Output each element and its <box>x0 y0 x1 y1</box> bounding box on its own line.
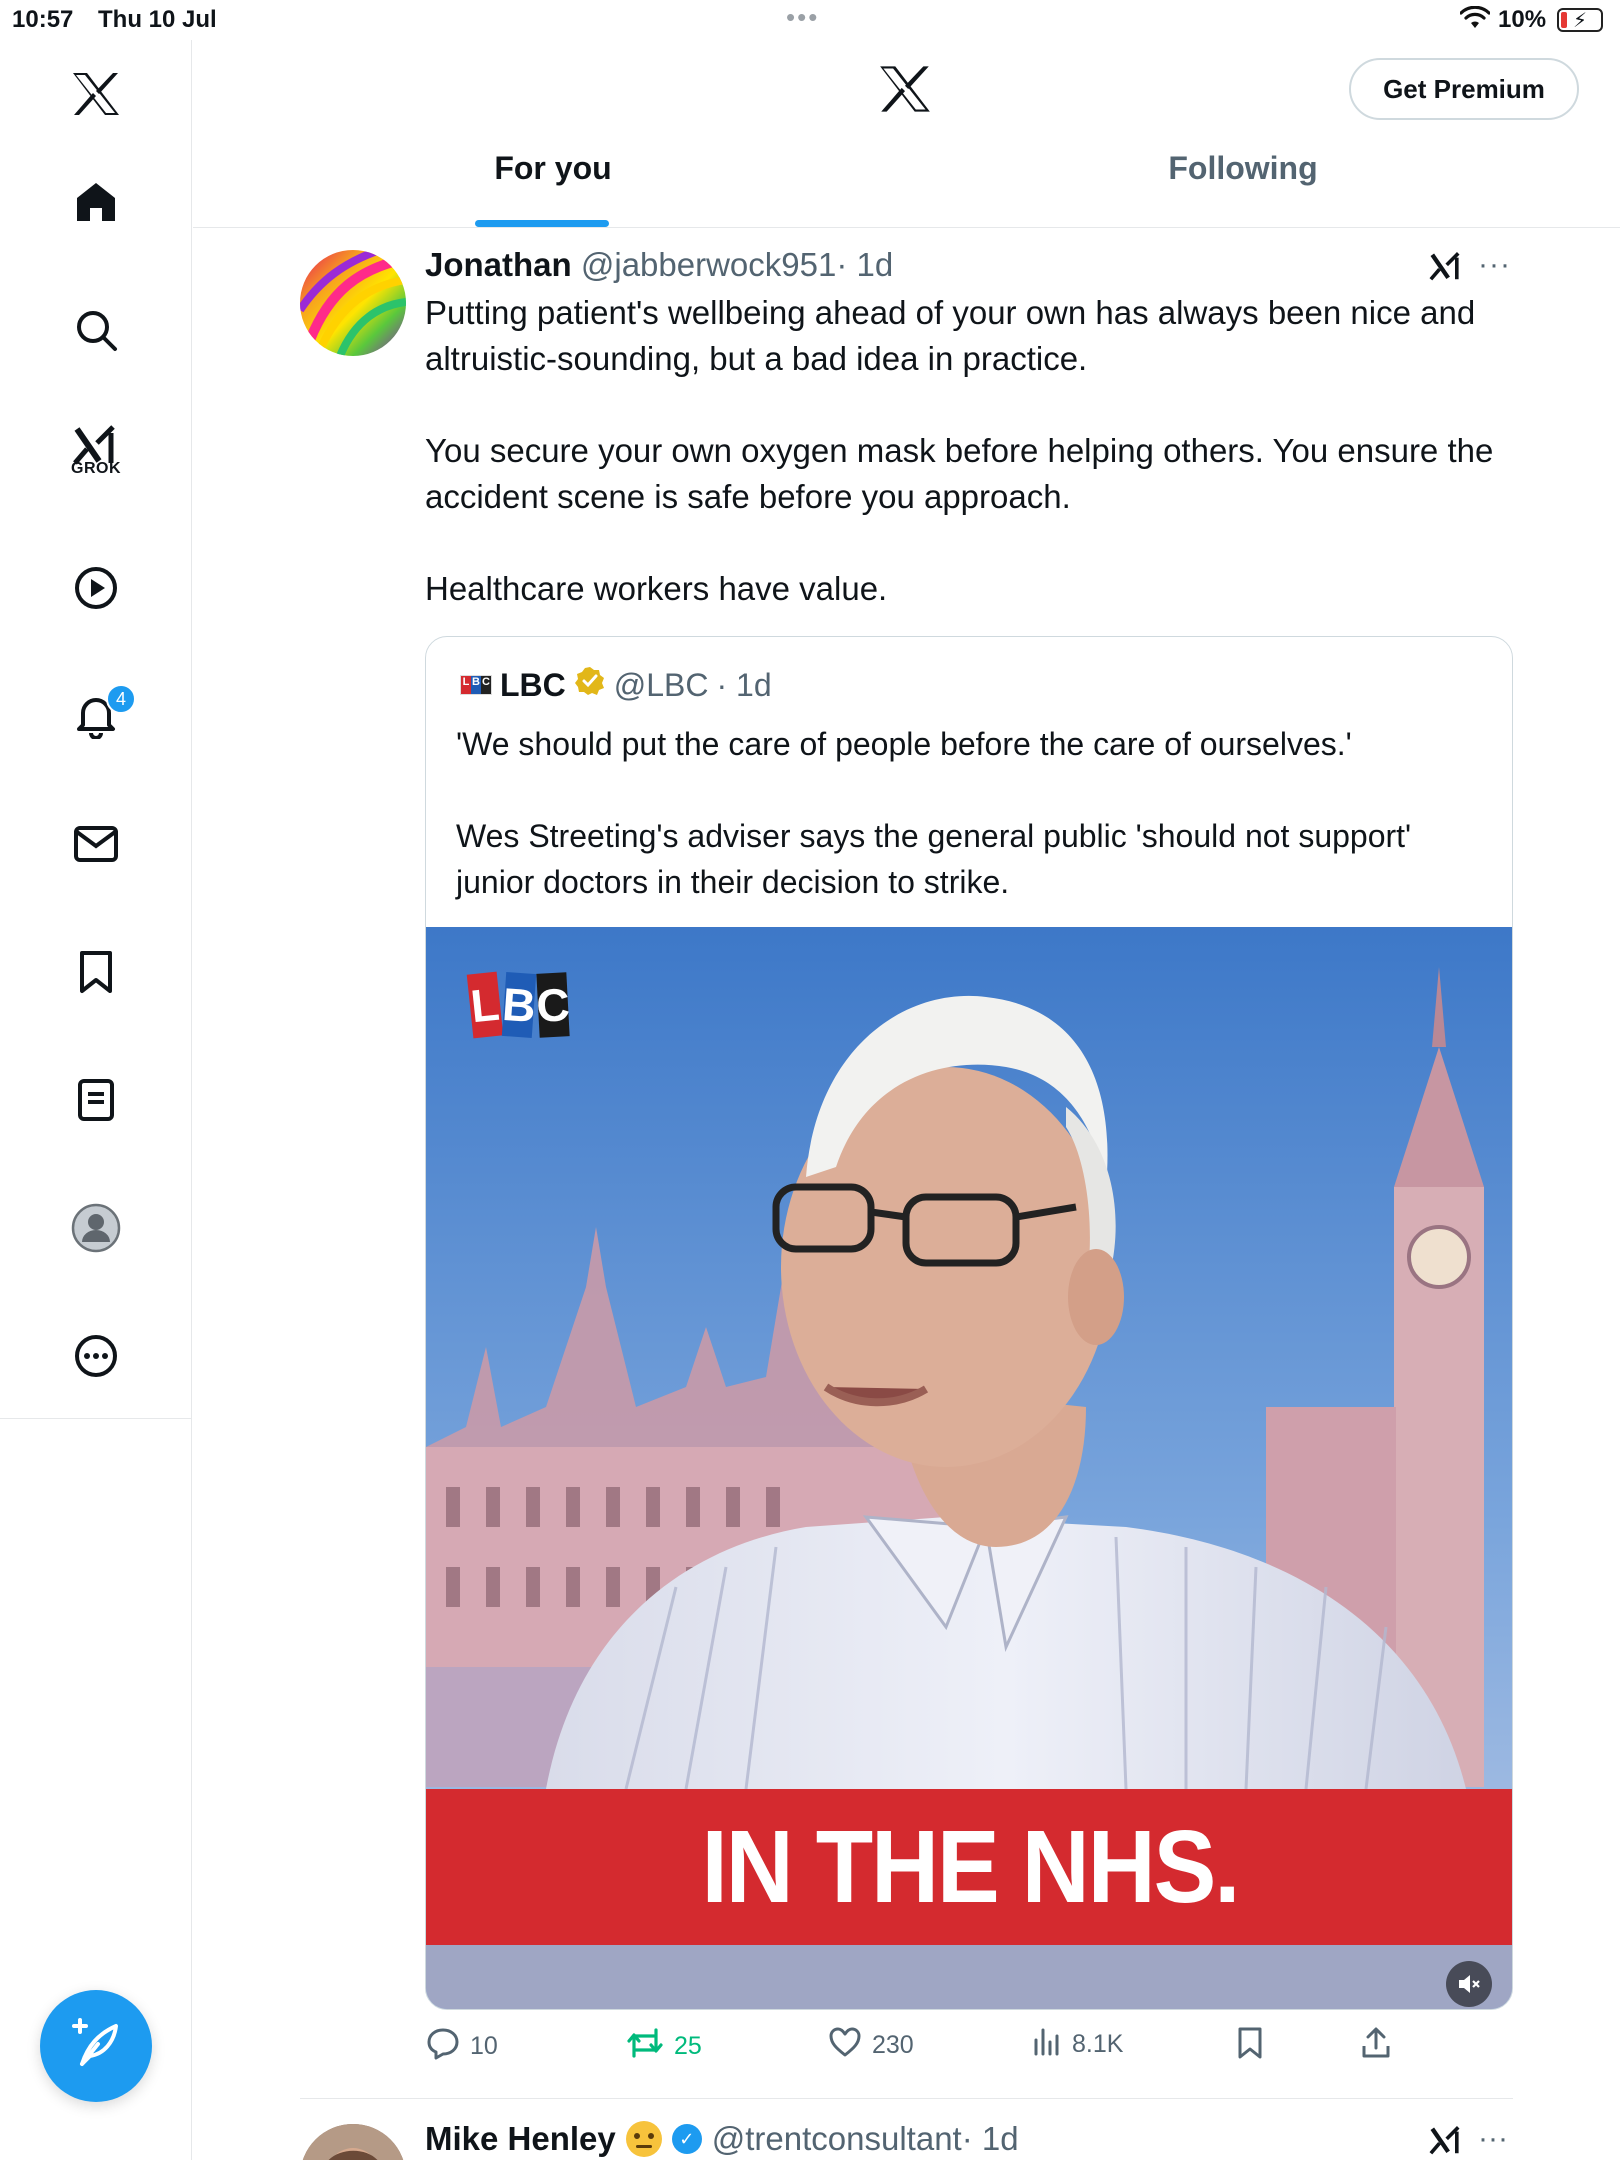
tweet-separator <box>300 2098 1513 2099</box>
video-caption-text: IN THE NHS. <box>701 1808 1241 1925</box>
multitasking-dots-icon[interactable]: ••• <box>786 2 819 33</box>
x-logo-icon[interactable] <box>878 64 932 119</box>
grok-explain-icon[interactable] <box>1428 2124 1464 2160</box>
search-icon <box>74 308 118 352</box>
battery-percent: 10% <box>1498 6 1547 33</box>
tweet-paragraph: Healthcare workers have value. <box>425 570 888 607</box>
raised-eyebrow-emoji-icon <box>625 2121 662 2157</box>
bookmark-icon <box>77 949 115 995</box>
quoted-tweet[interactable]: LBC LBC @LBC · 1d 'We should put the care… <box>425 636 1513 2010</box>
lbc-logo: L B C <box>466 971 571 1039</box>
quoted-paragraph: Wes Streeting's adviser says the general… <box>456 818 1412 900</box>
quoted-author-handle: @LBC <box>613 666 709 703</box>
tweet-paragraph: You secure your own oxygen mask before h… <box>425 432 1494 515</box>
mute-button[interactable] <box>1446 1961 1492 2007</box>
quoted-paragraph: 'We should put the care of people before… <box>456 726 1352 762</box>
sidebar-divider <box>0 1418 192 1419</box>
tweet-time: · 1d <box>836 246 894 283</box>
tweet-author-handle[interactable]: @jabberwock951 <box>581 246 836 283</box>
play-icon <box>73 565 119 611</box>
reply-button[interactable]: 10 <box>426 2026 498 2067</box>
list-icon <box>76 1078 116 1122</box>
lbc-logo-letter: B <box>501 972 537 1038</box>
share-icon <box>1360 2026 1392 2067</box>
avatar[interactable] <box>300 250 406 356</box>
active-tab-indicator <box>475 220 609 227</box>
profile-icon <box>70 1202 122 1254</box>
wifi-icon <box>1459 5 1491 35</box>
x-logo-icon[interactable] <box>48 46 144 142</box>
quoted-tweet-time: · 1d <box>716 666 772 703</box>
nav-video[interactable] <box>48 540 144 636</box>
more-icon <box>73 1333 119 1379</box>
tweet-actions: 10 25 230 8.1K <box>420 2026 1520 2070</box>
verified-icon: ✓ <box>671 2124 702 2154</box>
repost-button[interactable]: 25 <box>626 2026 702 2067</box>
video-player[interactable]: L B C IN THE NHS. <box>426 927 1512 2009</box>
tweet-time: · 1d <box>961 2120 1019 2157</box>
video-caption: IN THE NHS. <box>426 1789 1512 1945</box>
share-button[interactable] <box>1360 2026 1392 2067</box>
like-button[interactable]: 230 <box>828 2026 914 2065</box>
repost-count: 25 <box>674 2032 702 2060</box>
bookmark-button[interactable] <box>1236 2026 1264 2067</box>
views-chart-icon <box>1032 2026 1062 2063</box>
tweet-header: Mike Henley ✓ @trentconsultant· 1d <box>425 2120 1019 2158</box>
notifications-badge: 4 <box>106 684 136 714</box>
nav-home[interactable] <box>48 154 144 250</box>
get-premium-button[interactable]: Get Premium <box>1349 58 1579 120</box>
timeline-header: Get Premium For you Following <box>193 40 1620 228</box>
mail-icon <box>73 824 119 864</box>
tweet-paragraph: Putting patient's wellbeing ahead of you… <box>425 294 1476 377</box>
tweet-author-name[interactable]: Jonathan <box>425 246 572 283</box>
nav-more[interactable] <box>48 1308 144 1404</box>
nav-bookmarks[interactable] <box>48 924 144 1020</box>
grok-label: GROK <box>71 460 121 477</box>
nav-messages[interactable] <box>48 796 144 892</box>
quoted-tweet-text: 'We should put the care of people before… <box>456 721 1486 905</box>
tweet-author-name[interactable]: Mike Henley <box>425 2120 616 2158</box>
nav-profile[interactable] <box>48 1180 144 1276</box>
lbc-avatar-icon: LBC <box>460 675 492 695</box>
grok-explain-icon[interactable] <box>1428 250 1464 289</box>
status-time: 10:57 <box>12 6 74 33</box>
nav-lists[interactable] <box>48 1052 144 1148</box>
tweet-more-icon[interactable]: ··· <box>1478 248 1511 282</box>
tweet-header: Jonathan @jabberwock951· 1d <box>425 246 893 284</box>
nav-explore[interactable] <box>48 282 144 378</box>
tweet-text: Putting patient's wellbeing ahead of you… <box>425 290 1525 612</box>
tweet-more-icon[interactable]: ··· <box>1478 2122 1508 2156</box>
quoted-author-name: LBC <box>500 666 566 703</box>
reply-icon <box>426 2026 460 2067</box>
views-button[interactable]: 8.1K <box>1032 2026 1123 2063</box>
status-date: Thu 10 Jul <box>98 6 217 33</box>
bookmark-icon <box>1236 2026 1264 2067</box>
tab-for-you[interactable]: For you <box>473 150 633 200</box>
heart-icon <box>828 2026 862 2065</box>
status-bar: 10:57 Thu 10 Jul ••• 10% ⚡ <box>0 0 1620 40</box>
verified-gold-icon <box>574 665 606 705</box>
avatar[interactable] <box>300 2124 406 2160</box>
nav-notifications[interactable]: 4 <box>48 668 144 764</box>
reply-count: 10 <box>470 2032 498 2060</box>
compose-button[interactable] <box>40 1990 152 2102</box>
left-sidebar: GROK 4 <box>0 40 192 2160</box>
tab-following[interactable]: Following <box>1143 150 1343 200</box>
like-count: 230 <box>872 2031 914 2059</box>
compose-feather-icon <box>68 2016 124 2077</box>
nav-grok[interactable]: GROK <box>48 398 144 494</box>
quoted-tweet-header: LBC LBC @LBC · 1d <box>460 665 772 705</box>
repost-icon <box>626 2026 664 2067</box>
battery-icon: ⚡ <box>1557 8 1603 32</box>
home-icon <box>74 180 118 224</box>
lbc-logo-letter: L <box>466 971 504 1039</box>
speaker-muted-icon <box>1456 1971 1482 1997</box>
lbc-logo-letter: C <box>535 972 571 1038</box>
tweet-author-handle[interactable]: @trentconsultant <box>712 2120 962 2157</box>
views-count: 8.1K <box>1072 2030 1124 2058</box>
